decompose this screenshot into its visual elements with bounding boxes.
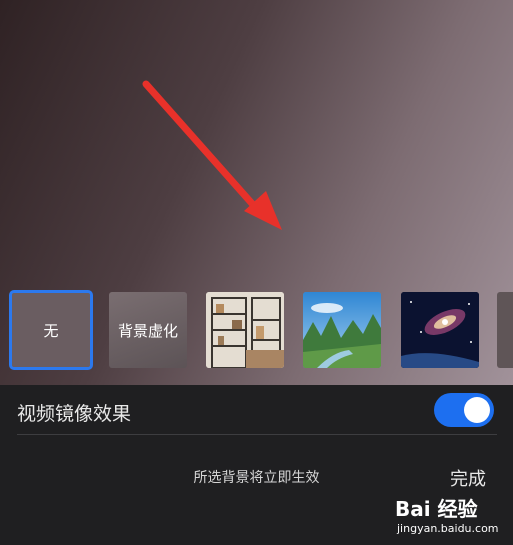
background-option-blur-label: 背景虚化	[117, 321, 178, 340]
settings-panel: 视频镜像效果 所选背景将立即生效 完成 Bai 经验 jingyan.baidu…	[0, 385, 513, 545]
background-selector: 无 背景虚化	[0, 286, 513, 374]
mirror-effect-toggle[interactable]	[434, 393, 494, 427]
watermark-sub: jingyan.baidu.com	[397, 522, 499, 535]
hint-text: 所选背景将立即生效	[193, 470, 320, 486]
baidu-watermark: Bai 经验 jingyan.baidu.com	[395, 493, 505, 541]
background-option-space[interactable]	[401, 292, 479, 368]
mirror-effect-label: 视频镜像效果	[17, 403, 132, 425]
background-option-none[interactable]: 无	[9, 290, 93, 370]
landscape-image	[303, 292, 381, 368]
done-button[interactable]: 完成	[450, 465, 486, 491]
background-option-office[interactable]	[206, 292, 284, 368]
galaxy-image	[401, 292, 479, 368]
background-option-blur[interactable]: 背景虚化	[109, 292, 187, 368]
watermark-main: Bai 经验	[395, 497, 478, 521]
office-shelf-image	[206, 292, 284, 368]
background-option-landscape[interactable]	[303, 292, 381, 368]
divider	[17, 434, 497, 435]
background-option-none-label: 无	[43, 321, 59, 340]
toggle-knob	[464, 397, 490, 423]
background-option-more[interactable]	[497, 292, 513, 368]
